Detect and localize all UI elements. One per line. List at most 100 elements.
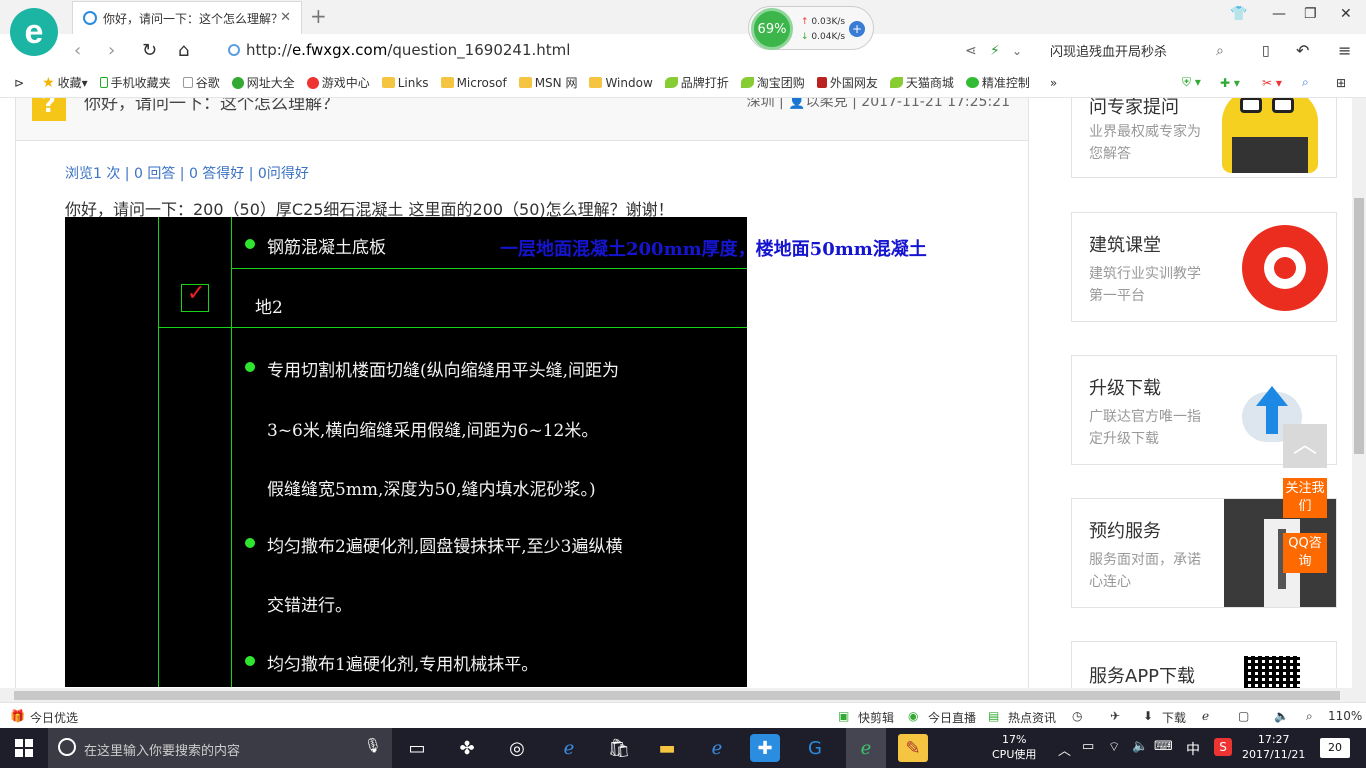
clip-icon: ▣ bbox=[838, 709, 850, 723]
browser-taskbar-icon[interactable]: ℯ bbox=[846, 728, 886, 768]
g-app-icon[interactable]: G bbox=[800, 734, 830, 762]
today-picks[interactable]: 今日优选 bbox=[30, 709, 78, 726]
status-bar: 🎁 今日优选 ▣ 快剪辑 ◉ 今日直播 ▤ 热点资讯 ◷ ✈ ⬇ 下载 ℯ ▢ … bbox=[0, 702, 1366, 728]
card-title: 建筑课堂 bbox=[1089, 235, 1161, 256]
cad-row1: 钢筋混凝土底板 bbox=[267, 238, 386, 258]
bookmark-microsoft[interactable]: Microsof bbox=[440, 76, 507, 90]
horizontal-scrollbar[interactable] bbox=[0, 688, 1366, 702]
ie-taskbar-icon[interactable]: ℯ bbox=[702, 734, 732, 762]
speaker-icon[interactable]: 🔈 bbox=[1132, 739, 1148, 754]
flash-icon[interactable]: ⚡ bbox=[990, 43, 1000, 59]
bookmark-google[interactable]: 谷歌 bbox=[182, 74, 220, 91]
navigation-bar: ‹ › ↻ ⌂ http://e.fwxgx.com/question_1690… bbox=[0, 34, 1366, 68]
file-explorer-icon[interactable]: ▬ bbox=[652, 734, 682, 762]
new-tab-icon[interactable]: + bbox=[310, 4, 327, 28]
ask-expert-card[interactable]: 问专家提问 业界最权威专家为您解答 bbox=[1071, 98, 1337, 178]
notes-app-icon[interactable]: ✎ bbox=[898, 734, 928, 762]
restore-icon[interactable]: ❐ bbox=[1304, 6, 1317, 22]
follow-us-button[interactable]: 关注我们 bbox=[1283, 478, 1327, 518]
find-icon[interactable]: ⌕ bbox=[1302, 75, 1309, 90]
swirl-logo-icon bbox=[1242, 225, 1328, 311]
shield-icon[interactable]: ⛨ ▾ bbox=[1182, 75, 1201, 90]
bookmark-links[interactable]: Links bbox=[381, 76, 429, 90]
speed-icon[interactable]: ◷ bbox=[1072, 709, 1082, 723]
vertical-scrollbar[interactable] bbox=[1352, 98, 1366, 688]
search-input[interactable]: 闪现追残血开局秒杀 bbox=[1050, 41, 1167, 60]
wifi-icon[interactable]: ⌔ bbox=[1108, 739, 1120, 755]
card-title: 预约服务 bbox=[1089, 521, 1161, 542]
refresh-icon[interactable]: ↻ bbox=[142, 40, 157, 61]
sogou-icon[interactable]: S bbox=[1214, 738, 1232, 756]
qq-consult-button[interactable]: QQ咨询 bbox=[1283, 533, 1327, 573]
chevron-down-icon[interactable]: ⌄ bbox=[1012, 44, 1022, 58]
bookmark-favorites[interactable]: ★ 收藏 ▾ bbox=[42, 74, 88, 91]
scissors-icon[interactable]: ✂ ▾ bbox=[1262, 76, 1282, 90]
back-to-top-icon[interactable]: ︿ bbox=[1283, 424, 1327, 468]
volume-icon[interactable]: 🔈 bbox=[1274, 709, 1289, 723]
fan-app-icon[interactable]: ✤ bbox=[452, 734, 482, 762]
zoom-level[interactable]: 110% bbox=[1328, 709, 1362, 723]
search-icon[interactable]: ⌕ bbox=[1216, 43, 1224, 59]
address-bar[interactable]: http://e.fwxgx.com/question_1690241.html bbox=[228, 41, 570, 59]
keyboard-icon[interactable]: ⌨ bbox=[1154, 739, 1173, 754]
bookmark-tmall[interactable]: 天猫商城 bbox=[889, 74, 954, 91]
battery-icon[interactable]: ▭ bbox=[1082, 739, 1094, 754]
bookmark-msn[interactable]: MSN 网 bbox=[518, 74, 577, 91]
skin-icon[interactable]: 👕 bbox=[1230, 6, 1247, 22]
bookmark-taobao[interactable]: 淘宝团购 bbox=[740, 74, 805, 91]
scroll-thumb[interactable] bbox=[1354, 198, 1364, 454]
window-icon[interactable]: ▢ bbox=[1238, 709, 1249, 723]
close-window-icon[interactable]: ✕ bbox=[1340, 6, 1352, 22]
phone-icon[interactable]: ▯ bbox=[1262, 43, 1270, 59]
store-icon[interactable]: 🛍 bbox=[604, 734, 634, 762]
scroll-thumb[interactable] bbox=[14, 691, 1340, 700]
home-icon[interactable]: ⌂ bbox=[178, 40, 189, 61]
bookmark-windows[interactable]: Window bbox=[589, 76, 653, 90]
zoom-icon[interactable]: ⌕ bbox=[1306, 709, 1313, 724]
bookmark-brand[interactable]: 品牌打折 bbox=[664, 74, 729, 91]
grid-icon[interactable]: ⊞ bbox=[1336, 76, 1346, 90]
network-widget[interactable]: 69% ↑ 0.03K/s ↓ 0.04K/s + bbox=[748, 6, 874, 50]
minimize-icon[interactable]: — bbox=[1272, 6, 1286, 22]
browser-logo-icon[interactable]: e bbox=[10, 8, 58, 56]
gift-icon: 🎁 bbox=[10, 709, 25, 723]
notification-badge[interactable]: 20 bbox=[1320, 738, 1350, 758]
tab-close-icon[interactable]: ✕ bbox=[280, 10, 291, 25]
bookmark-games[interactable]: 游戏中心 bbox=[306, 74, 370, 91]
clock[interactable]: 17:27 2017/11/21 bbox=[1242, 732, 1305, 762]
ime-indicator[interactable]: 中 bbox=[1186, 739, 1200, 759]
bookmark-control[interactable]: 精准控制 bbox=[965, 74, 1030, 91]
more-bookmarks-icon[interactable]: » bbox=[1050, 76, 1057, 90]
taskbar-search[interactable]: 在这里输入你要搜索的内容 🎙 bbox=[48, 728, 392, 768]
add-user-icon[interactable]: ✚ ▾ bbox=[1220, 76, 1240, 90]
bookmark-mobile[interactable]: 手机收藏夹 bbox=[99, 74, 171, 91]
quick-clip-link[interactable]: 快剪辑 bbox=[858, 709, 894, 726]
cpu-usage[interactable]: 17% CPU使用 bbox=[992, 732, 1036, 762]
forward-icon[interactable]: › bbox=[108, 40, 115, 61]
orbit-app-icon[interactable]: ◎ bbox=[502, 734, 532, 762]
pin-icon[interactable]: ✈ bbox=[1110, 709, 1120, 723]
tray-chevron-icon[interactable]: ︿ bbox=[1058, 740, 1071, 759]
building-class-card[interactable]: 建筑课堂 建筑行业实训教学第一平台 bbox=[1071, 212, 1337, 322]
browser-tab[interactable]: 你好，请问一下：这个怎么理解？ ✕ bbox=[72, 1, 302, 34]
menu-icon[interactable]: ≡ bbox=[1338, 41, 1351, 60]
bookmark-foreign[interactable]: 外国网友 bbox=[816, 74, 878, 91]
question-location[interactable]: 深圳 bbox=[747, 98, 775, 110]
ie-icon[interactable]: ℯ bbox=[1202, 709, 1209, 723]
plus-app-icon[interactable]: ✚ bbox=[750, 734, 780, 762]
share-icon[interactable]: ⋖ bbox=[965, 43, 977, 59]
windows-start-icon[interactable] bbox=[0, 728, 48, 768]
live-link[interactable]: 今日直播 bbox=[928, 709, 976, 726]
undo-icon[interactable]: ↶ bbox=[1296, 41, 1309, 60]
back-icon[interactable]: ‹ bbox=[74, 40, 81, 61]
sidebar-toggle-icon[interactable]: ⊳ bbox=[14, 76, 24, 90]
microphone-icon[interactable]: 🎙 bbox=[364, 738, 382, 754]
app-download-card[interactable]: 服务APP下载 bbox=[1071, 641, 1337, 688]
accelerate-icon[interactable]: + bbox=[849, 21, 865, 37]
task-view-icon[interactable]: ▭ bbox=[402, 734, 432, 762]
edge-icon[interactable]: ℯ bbox=[554, 734, 584, 762]
news-link[interactable]: 热点资讯 bbox=[1008, 709, 1056, 726]
bookmark-sites[interactable]: 网址大全 bbox=[231, 74, 295, 91]
download-link[interactable]: 下载 bbox=[1162, 709, 1186, 726]
question-user[interactable]: 以柔克 bbox=[806, 98, 848, 110]
